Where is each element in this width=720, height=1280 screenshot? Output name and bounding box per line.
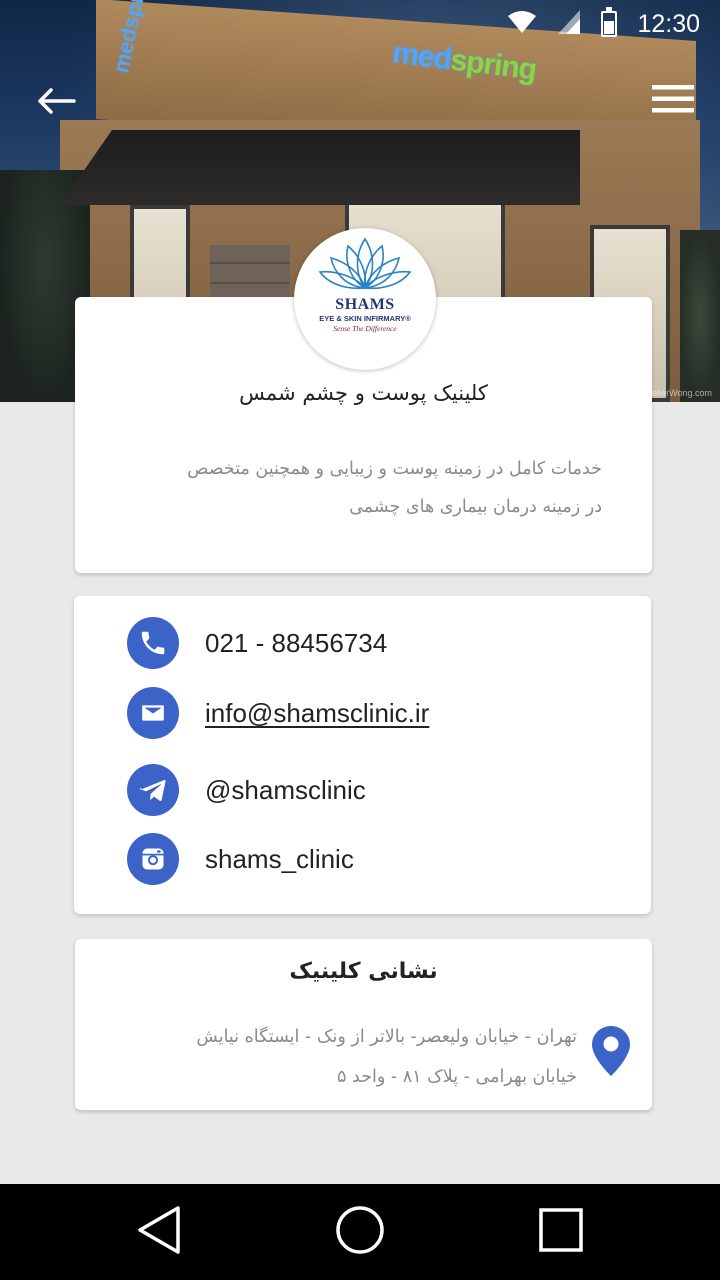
email-link[interactable]: info@shamsclinic.ir <box>205 698 429 729</box>
instagram-handle[interactable]: shams_clinic <box>205 844 354 875</box>
address-line: تهران - خیابان ولیعصر- بالاتر از ونک - ا… <box>196 1027 577 1047</box>
nav-home-button[interactable] <box>330 1204 390 1260</box>
contact-phone-row[interactable]: 021 - 88456734 <box>127 617 387 669</box>
battery-icon <box>601 7 618 37</box>
logo-tagline: Sense The Difference <box>333 324 397 333</box>
logo-subtitle: EYE & SKIN INFIRMARY® <box>319 314 411 323</box>
telegram-handle[interactable]: @shamsclinic <box>205 775 366 806</box>
contact-email-row[interactable]: info@shamsclinic.ir <box>127 687 429 739</box>
wifi-icon <box>507 10 537 38</box>
tree-right <box>680 230 720 402</box>
phone-icon <box>127 617 179 669</box>
hamburger-menu-icon <box>651 83 695 119</box>
menu-button[interactable] <box>648 80 698 122</box>
description-line: در زمینه درمان بیماری های چشمی <box>349 497 602 517</box>
address-text: تهران - خیابان ولیعصر- بالاتر از ونک - ا… <box>115 1017 577 1097</box>
clinic-description: خدمات کامل در زمینه پوست و زیبایی و همچن… <box>115 450 602 526</box>
address-line: خیابان بهرامی - پلاک ۸۱ - واحد ۵ <box>337 1067 577 1087</box>
square-recents-icon <box>538 1207 584 1257</box>
description-line: خدمات کامل در زمینه پوست و زیبایی و همچن… <box>187 459 602 479</box>
clinic-title: کلینیک پوست و چشم شمس <box>239 381 488 405</box>
circle-home-icon <box>335 1205 385 1259</box>
status-bar: 12:30 <box>0 0 720 48</box>
address-title: نشانی کلینیک <box>289 959 438 984</box>
arrow-left-icon <box>38 88 76 118</box>
awning <box>60 130 580 205</box>
status-time: 12:30 <box>637 9 700 38</box>
triangle-back-icon <box>136 1205 182 1259</box>
instagram-icon <box>127 833 179 885</box>
system-nav-bar <box>0 1184 720 1280</box>
nav-back-button[interactable] <box>129 1204 189 1260</box>
contact-instagram-row[interactable]: shams_clinic <box>127 833 354 885</box>
location-pin-icon[interactable] <box>591 1025 631 1077</box>
contact-card: 021 - 88456734 info@shamsclinic.ir @sham… <box>74 596 651 914</box>
contact-telegram-row[interactable]: @shamsclinic <box>127 764 366 816</box>
address-card: نشانی کلینیک تهران - خیابان ولیعصر- بالا… <box>75 939 652 1110</box>
phone-number[interactable]: 021 - 88456734 <box>205 628 387 659</box>
logo-name: SHAMS <box>335 296 395 313</box>
nav-recents-button[interactable] <box>531 1204 591 1260</box>
back-button[interactable] <box>34 82 80 124</box>
lotus-icon <box>317 236 413 296</box>
telegram-icon <box>127 764 179 816</box>
mail-icon <box>127 687 179 739</box>
cell-signal-icon <box>557 9 581 39</box>
photo-watermark: AtelierWong.com <box>643 388 712 398</box>
clinic-logo: SHAMS EYE & SKIN INFIRMARY® Sense The Di… <box>294 228 436 370</box>
